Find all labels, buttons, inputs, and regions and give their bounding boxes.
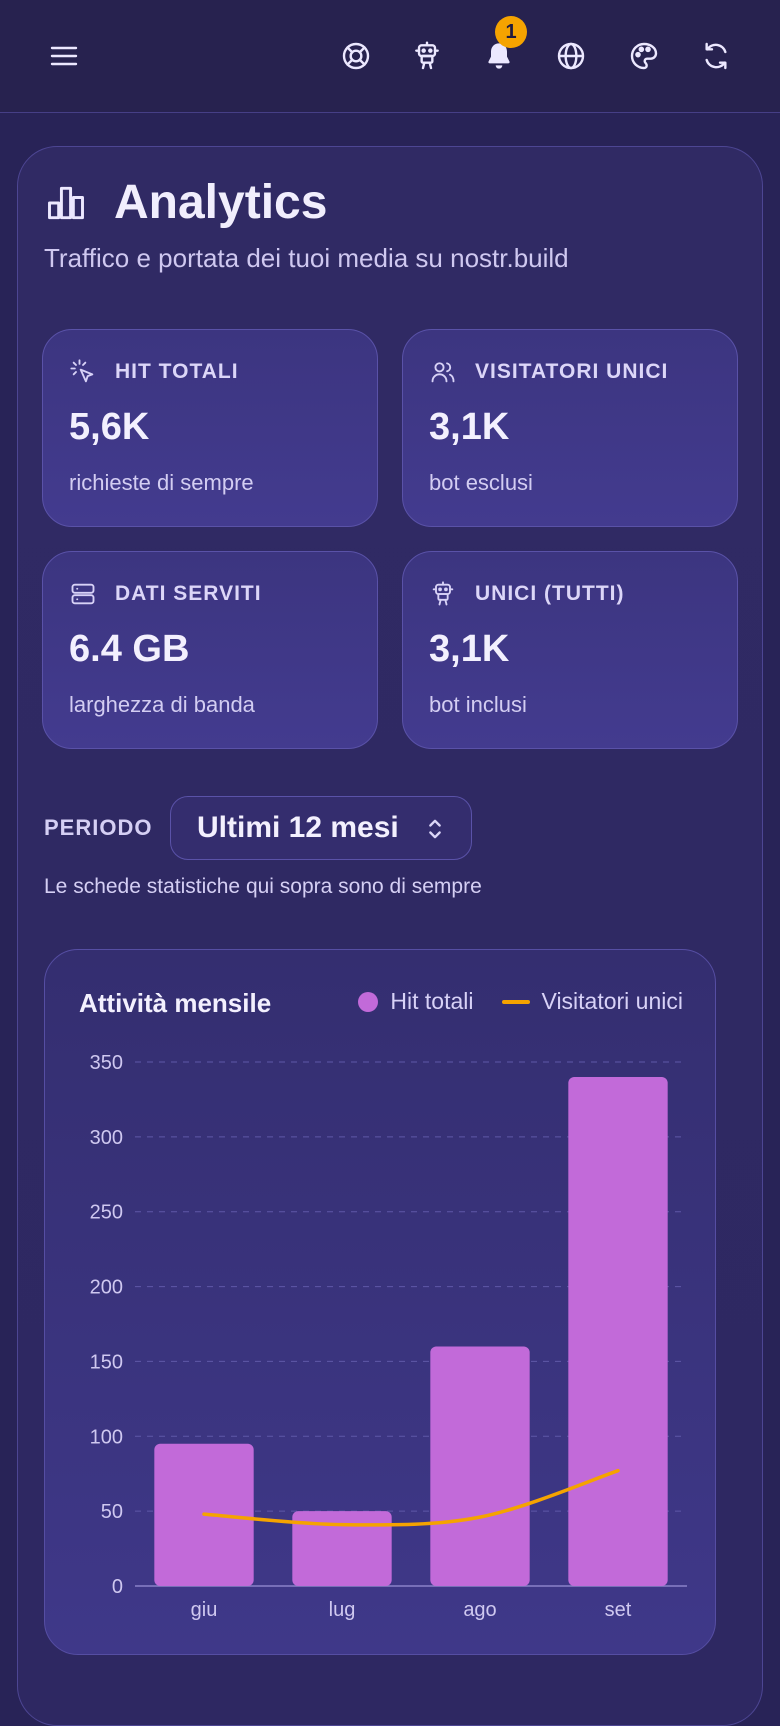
y-tick-label: 100	[90, 1426, 123, 1448]
legend-swatch-hits	[358, 991, 379, 1012]
page-subtitle: Traffico e portata dei tuoi media su nos…	[44, 243, 569, 273]
stat-value: 3,1K	[429, 628, 510, 670]
bar-chart-icon	[48, 186, 84, 219]
stat-description: bot inclusi	[429, 692, 527, 717]
x-tick-label: ago	[463, 1599, 496, 1621]
y-tick-label: 200	[90, 1277, 123, 1299]
chart-canvas: 0 50 100 150 200 250 300 350 giu lug ago set	[90, 1052, 687, 1621]
stat-card-unique-visitors: VISITATORI UNICI 3,1K bot esclusi	[402, 329, 738, 527]
period-select[interactable]: Ultimi 12 mesi	[170, 796, 472, 860]
bar-set	[568, 1076, 668, 1586]
stat-value: 5,6K	[69, 406, 150, 448]
y-tick-label: 150	[90, 1351, 123, 1373]
stat-label: HIT TOTALI	[115, 360, 239, 383]
cursor-click-icon	[70, 359, 94, 383]
palette-icon[interactable]	[622, 34, 666, 78]
page-header: Analytics	[44, 175, 327, 230]
period-note: Le schede statistiche qui sopra sono di …	[44, 875, 482, 898]
top-bar: 1	[0, 0, 780, 113]
y-tick-label: 50	[101, 1501, 123, 1523]
period-selected-value: Ultimi 12 mesi	[197, 811, 399, 844]
globe-icon[interactable]	[549, 34, 593, 78]
y-tick-label: 0	[112, 1576, 123, 1598]
monthly-activity-chart: 0 50 100 150 200 250 300 350 giu lug ago set Attivi…	[44, 949, 716, 1655]
stat-card-total-hits: HIT TOTALI 5,6K richieste di sempre	[42, 329, 378, 527]
stat-value: 3,1K	[429, 406, 510, 448]
refresh-icon[interactable]	[694, 34, 738, 78]
robot-icon[interactable]	[405, 34, 449, 78]
robot-icon	[432, 581, 454, 606]
y-tick-label: 300	[90, 1127, 123, 1149]
legend-swatch-visitors	[501, 999, 530, 1004]
stat-description: bot esclusi	[429, 470, 533, 495]
analytics-card: Analytics Traffico e portata dei tuoi me…	[17, 146, 763, 1726]
bar-ago	[430, 1346, 530, 1586]
legend-label-hits[interactable]: Hit totali	[390, 988, 473, 1015]
stat-label: UNICI (TUTTI)	[475, 582, 625, 605]
page-title: Analytics	[114, 176, 328, 229]
x-tick-label: set	[605, 1599, 632, 1621]
menu-icon[interactable]	[42, 34, 86, 78]
chart-title: Attività mensile	[79, 988, 272, 1018]
notification-badge: 1	[495, 16, 527, 48]
users-icon	[431, 362, 455, 383]
lifebuoy-icon[interactable]	[334, 34, 378, 78]
stat-label: VISITATORI UNICI	[475, 360, 669, 383]
stat-description: richieste di sempre	[69, 470, 254, 495]
stat-description: larghezza di banda	[69, 692, 255, 717]
visitors-line	[202, 1468, 620, 1527]
stat-card-unique-all: UNICI (TUTTI) 3,1K bot inclusi	[402, 551, 738, 749]
stat-card-data-served: DATI SERVITI 6.4 GB larghezza di banda	[42, 551, 378, 749]
chart-legend: Hit totali Visitatori unici	[358, 988, 683, 1015]
x-tick-label: giu	[191, 1599, 218, 1621]
legend-label-visitors[interactable]: Visitatori unici	[542, 988, 683, 1015]
stat-value: 6.4 GB	[69, 628, 190, 670]
chevron-up-down-icon	[429, 819, 441, 839]
bell-icon[interactable]: 1	[477, 16, 527, 78]
y-tick-label: 250	[90, 1202, 123, 1224]
stat-label: DATI SERVITI	[115, 582, 262, 605]
y-tick-label: 350	[90, 1052, 123, 1074]
server-icon	[71, 583, 95, 605]
x-tick-label: lug	[329, 1599, 356, 1621]
period-label: PERIODO	[44, 815, 153, 840]
